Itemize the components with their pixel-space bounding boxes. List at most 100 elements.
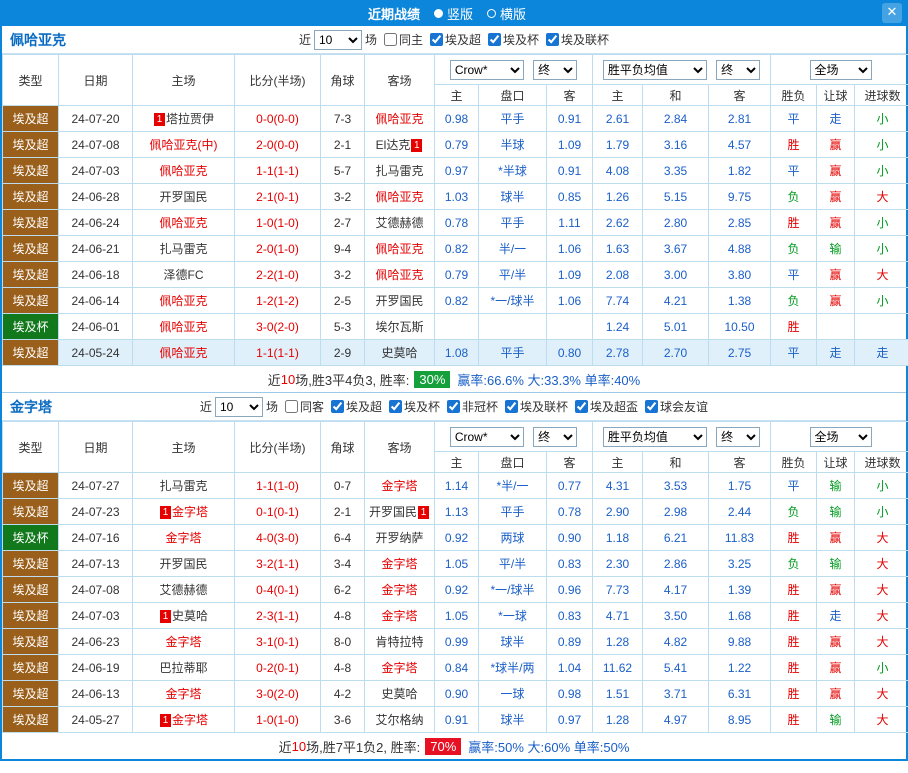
league-checkbox-input[interactable]	[546, 32, 560, 46]
handicap-line	[478, 313, 547, 340]
avg-stage-select[interactable]: 终	[716, 59, 761, 80]
league-filter-checkbox[interactable]: 非冠杯	[447, 398, 498, 415]
corner-score: 5-7	[320, 157, 365, 184]
away-team-name: 金字塔	[381, 661, 418, 675]
match-score: 1-0(1-0)	[234, 209, 321, 236]
sub-header-avg-home: 主	[592, 84, 643, 106]
league-filter-checkbox[interactable]: 埃及超盃	[575, 398, 638, 415]
same-venue-checkbox-input[interactable]	[284, 400, 298, 413]
same-venue-checkbox[interactable]: 同主	[383, 31, 423, 48]
match-count-select[interactable]: 10	[214, 396, 263, 417]
home-team-name: 史莫哈	[171, 609, 208, 623]
match-score: 2-0(1-0)	[234, 235, 321, 262]
avg-draw-odds: 5.41	[642, 654, 709, 681]
odds-stage-select[interactable]: 终	[533, 426, 578, 447]
result-cell: 平	[770, 105, 817, 132]
corner-score: 3-2	[320, 261, 365, 288]
match-score: 0-1(0-1)	[234, 498, 321, 525]
league-checkbox-input[interactable]	[388, 399, 402, 413]
league-filter-checkbox[interactable]: 球会友谊	[645, 398, 708, 415]
avg-stage-select[interactable]: 终	[716, 426, 761, 447]
away-team-cell: 埃尔瓦斯	[364, 313, 435, 340]
result-cell: 胜	[770, 131, 817, 158]
avg-home-odds: 1.26	[592, 183, 643, 210]
league-checkbox-input[interactable]	[488, 32, 502, 46]
corner-score: 4-8	[320, 654, 365, 681]
same-venue-checkbox[interactable]: 同客	[284, 398, 324, 415]
odds-stage-select[interactable]: 终	[533, 59, 578, 80]
home-team-cell: 泽德FC	[132, 261, 235, 288]
avg-home-odds: 1.28	[592, 706, 643, 733]
home-team-cell: 巴拉蒂耶	[132, 654, 235, 681]
league-checkbox-input[interactable]	[430, 32, 443, 46]
avg-home-odds: 2.61	[592, 105, 643, 132]
col-header-corner: 角球	[320, 54, 365, 106]
fulltime-select[interactable]: 全场	[809, 59, 872, 80]
same-venue-checkbox-input[interactable]	[383, 33, 397, 46]
league-type-cell: 埃及超	[2, 183, 59, 210]
league-checkbox-input[interactable]	[575, 399, 589, 413]
avg-home-odds: 2.90	[592, 498, 643, 525]
league-type-cell: 埃及超	[2, 287, 59, 314]
handicap-line: *半/一	[478, 472, 547, 499]
league-filter-checkbox[interactable]: 埃及杯	[388, 398, 440, 415]
avg-away-odds: 1.39	[708, 576, 771, 603]
league-checkbox-input[interactable]	[505, 399, 519, 413]
league-checkbox-input[interactable]	[330, 399, 344, 413]
league-checkbox-input[interactable]	[645, 399, 659, 413]
handicap-result-cell: 走	[816, 339, 855, 366]
handicap-line: *一/球半	[478, 576, 547, 603]
fulltime-select[interactable]: 全场	[809, 426, 872, 447]
goals-result-cell: 大	[854, 261, 908, 288]
result-cell: 平	[770, 157, 817, 184]
corner-score: 3-4	[320, 550, 365, 577]
league-type-cell: 埃及超	[2, 261, 59, 288]
match-date: 24-07-23	[58, 498, 133, 525]
league-filter-checkbox[interactable]: 埃及联杯	[546, 31, 609, 48]
avg-home-odds: 11.62	[592, 654, 643, 681]
near-label: 近	[298, 33, 311, 47]
avg-draw-odds: 3.00	[642, 261, 709, 288]
match-date: 24-06-23	[58, 628, 133, 655]
match-score: 1-1(1-0)	[234, 472, 321, 499]
match-row: 埃及超 24-06-24 佩哈亚克 1-0(1-0) 2-7 艾德赫德 0.78 平手 1.11…	[2, 209, 908, 236]
summary-bar: 近 10 场,胜3平4负3, 胜率: 30% 赢率:66.6% 大:33.3% 单率…	[2, 366, 906, 392]
avg-away-odds: 9.75	[708, 183, 771, 210]
close-button[interactable]: ✕	[882, 3, 902, 23]
match-date: 24-06-19	[58, 654, 133, 681]
home-team-name: 佩哈亚克	[159, 320, 208, 334]
match-date: 24-07-03	[58, 157, 133, 184]
handicap-line: 半/一	[478, 235, 547, 262]
avg-home-odds: 2.62	[592, 209, 643, 236]
avg-type-select[interactable]: 胜平负均值	[602, 59, 707, 80]
handicap-result-cell: 赢	[816, 261, 855, 288]
league-checkbox-input[interactable]	[447, 399, 460, 413]
win-rate-badge: 70%	[425, 737, 462, 755]
league-type-cell: 埃及超	[2, 654, 59, 681]
league-filter-checkbox[interactable]: 埃及超	[330, 398, 382, 415]
summary-count: 10	[280, 371, 296, 387]
handicap-result-cell: 输	[816, 706, 855, 733]
home-team-name: 佩哈亚克	[159, 164, 208, 178]
avg-away-odds: 1.22	[708, 654, 771, 681]
landscape-radio[interactable]: 横版	[487, 4, 526, 23]
league-filter-checkbox[interactable]: 埃及杯	[488, 31, 539, 48]
match-count-select[interactable]: 10	[313, 29, 362, 50]
league-filter-checkbox[interactable]: 埃及超	[430, 31, 481, 48]
match-score: 2-1(0-1)	[234, 183, 321, 210]
result-cell: 胜	[770, 313, 817, 340]
avg-type-select[interactable]: 胜平负均值	[602, 426, 707, 447]
league-type-cell: 埃及超	[2, 235, 59, 262]
league-filter-checkbox[interactable]: 埃及联杯	[505, 398, 568, 415]
avg-home-odds: 1.63	[592, 235, 643, 262]
match-date: 24-07-03	[58, 602, 133, 629]
odds-company-select[interactable]: Crow*	[449, 426, 524, 447]
away-team-cell: 金字塔	[364, 550, 435, 577]
league-type-cell: 埃及超	[2, 131, 59, 158]
portrait-radio[interactable]: 竖版	[433, 4, 473, 23]
col-header-type: 类型	[2, 421, 59, 473]
odds-company-select[interactable]: Crow*	[449, 59, 524, 80]
rank-badge: 1	[411, 139, 423, 152]
match-date: 24-07-27	[58, 472, 133, 499]
home-odds: 0.92	[434, 524, 479, 551]
